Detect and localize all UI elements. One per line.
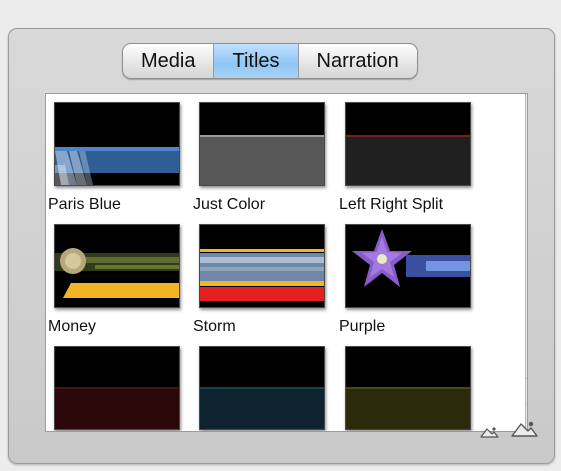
- tab-media[interactable]: Media: [123, 44, 215, 78]
- zoom-large-icon[interactable]: [509, 419, 539, 439]
- title-label: Money: [48, 318, 97, 335]
- title-label: Storm: [193, 318, 236, 335]
- title-tile-money[interactable]: Money: [46, 216, 180, 338]
- title-tile-left-right-split[interactable]: Left Right Split: [337, 94, 471, 216]
- vertical-scrollbar[interactable]: ▲ ▼: [525, 94, 527, 431]
- title-label: Left Right Split: [339, 196, 444, 213]
- scroll-up-arrow-icon[interactable]: ▲: [526, 379, 527, 405]
- title-tile-just-color[interactable]: Just Color: [191, 94, 325, 216]
- title-thumbnail: [54, 224, 180, 308]
- title-label: Purple: [339, 318, 386, 335]
- title-label: Paris Blue: [48, 196, 121, 213]
- tab-narration[interactable]: Narration: [299, 44, 417, 78]
- title-tile-paris-blue[interactable]: Paris Blue: [46, 94, 180, 216]
- title-tile-dark-olive[interactable]: [337, 338, 471, 431]
- title-tile-dark-red[interactable]: [46, 338, 180, 431]
- title-tile-purple[interactable]: Purple: [337, 216, 471, 338]
- title-thumbnail: [199, 346, 325, 430]
- title-thumbnail: [199, 102, 325, 186]
- title-tile-storm[interactable]: Storm: [191, 216, 325, 338]
- title-thumbnail: [54, 346, 180, 430]
- title-thumbnail: [345, 224, 471, 308]
- tab-titles[interactable]: Titles: [214, 44, 299, 78]
- title-tile-dark-teal[interactable]: [191, 338, 325, 431]
- titles-list: Paris Blue Just Color Left Right Split M…: [45, 93, 528, 432]
- zoom-small-icon[interactable]: [478, 425, 500, 439]
- title-thumbnail: [199, 224, 325, 308]
- title-thumbnail: [54, 102, 180, 186]
- pane-tab-control: Media Titles Narration: [122, 43, 418, 79]
- title-label: Just Color: [193, 196, 266, 213]
- title-thumbnail: [345, 102, 471, 186]
- media-browser-panel: Media Titles Narration Paris Blue Just C…: [8, 28, 555, 464]
- title-thumbnail: [345, 346, 471, 430]
